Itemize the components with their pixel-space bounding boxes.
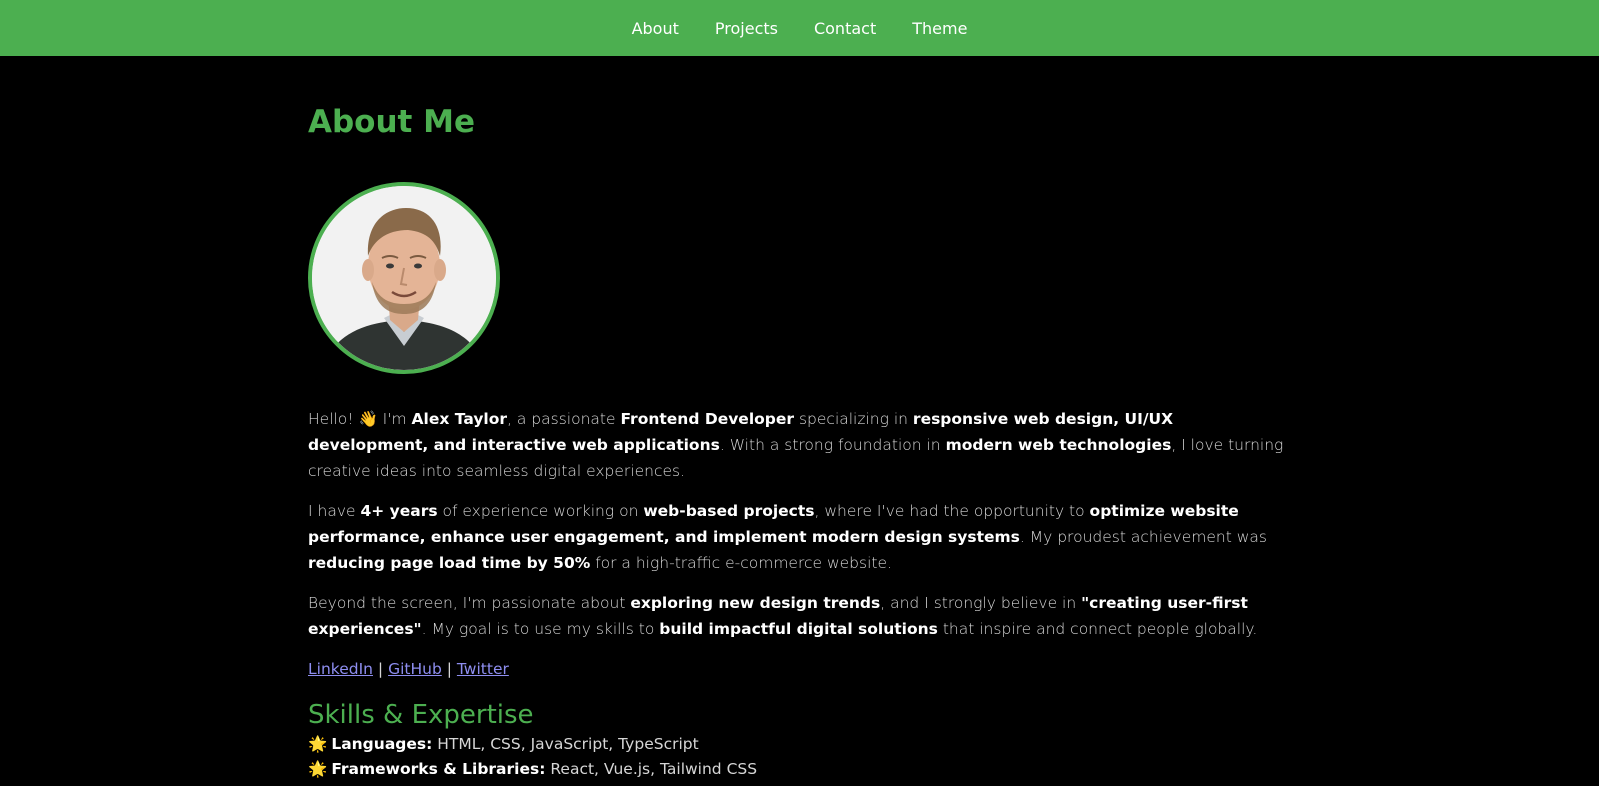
nav-link-theme[interactable]: Theme [912, 19, 967, 38]
avatar [308, 182, 500, 374]
twitter-link[interactable]: Twitter [457, 660, 509, 678]
skill-item-frameworks: 🌟 Frameworks & Libraries: React, Vue.js, … [308, 759, 758, 778]
about-section: About Me Hello! 👋 I'm Alex Taylor, a pas… [308, 56, 1288, 782]
linkedin-link[interactable]: LinkedIn [308, 660, 373, 678]
nav-link-projects[interactable]: Projects [715, 19, 778, 38]
github-link[interactable]: GitHub [388, 660, 442, 678]
star-icon: 🌟 [308, 759, 328, 778]
waving-hand-icon: 👋 [358, 410, 378, 428]
top-navigation: About Projects Contact Theme [0, 0, 1599, 56]
skill-item-languages: 🌟 Languages: HTML, CSS, JavaScript, TypeS… [308, 734, 699, 753]
passion-paragraph: Beyond the screen, I'm passionate about … [308, 594, 1258, 638]
experience-paragraph: I have 4+ years of experience working on… [308, 502, 1267, 572]
page-title: About Me [308, 104, 476, 140]
link-separator: | [377, 660, 384, 678]
nav-link-contact[interactable]: Contact [814, 19, 876, 38]
star-icon: 🌟 [308, 734, 328, 753]
link-separator: | [446, 660, 452, 678]
social-links: LinkedIn | GitHub | Twitter [308, 656, 1288, 682]
nav-link-about[interactable]: About [632, 19, 679, 38]
intro-paragraph: Hello! 👋 I'm Alex Taylor, a passionate F… [308, 410, 1284, 480]
skills-heading: Skills & Expertise [308, 699, 534, 730]
avatar-portrait-icon [312, 186, 496, 370]
